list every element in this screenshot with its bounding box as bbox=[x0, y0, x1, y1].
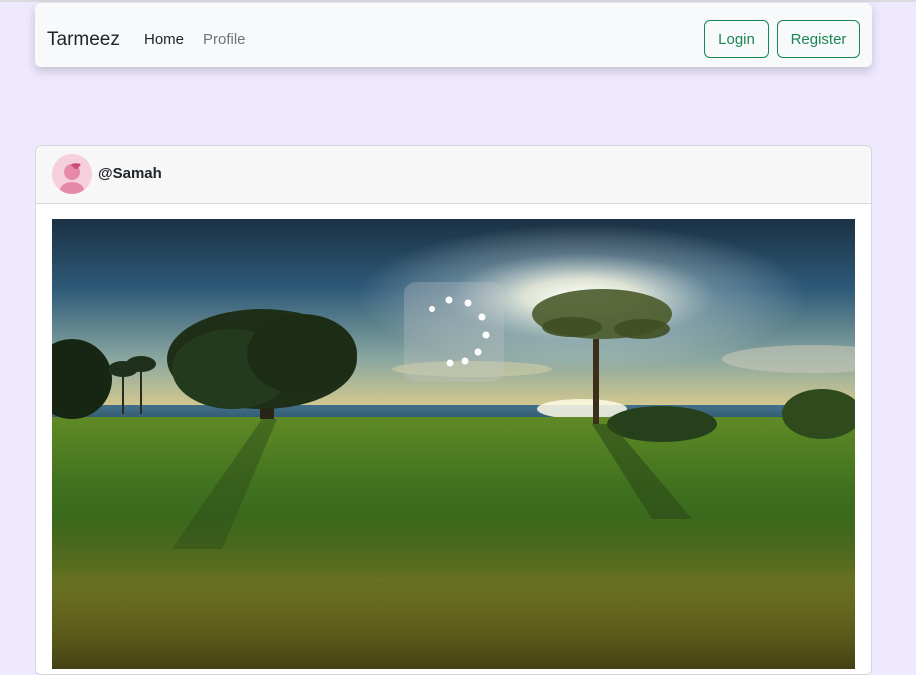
post-header: @Samah bbox=[36, 146, 871, 204]
navbar: Tarmeez Home Profile Login Register bbox=[35, 3, 872, 67]
spinner-icon bbox=[429, 296, 490, 367]
page-top-border bbox=[0, 0, 916, 2]
post-username[interactable]: @Samah bbox=[98, 165, 162, 182]
login-button[interactable]: Login bbox=[704, 20, 769, 58]
brand-logo[interactable]: Tarmeez bbox=[47, 29, 120, 51]
nav-link-profile[interactable]: Profile bbox=[203, 31, 246, 48]
post-card: @Samah bbox=[35, 145, 872, 675]
nav-link-home[interactable]: Home bbox=[144, 31, 184, 48]
loading-spinner bbox=[404, 282, 504, 382]
register-button[interactable]: Register bbox=[777, 20, 860, 58]
user-avatar-icon[interactable] bbox=[52, 154, 92, 194]
